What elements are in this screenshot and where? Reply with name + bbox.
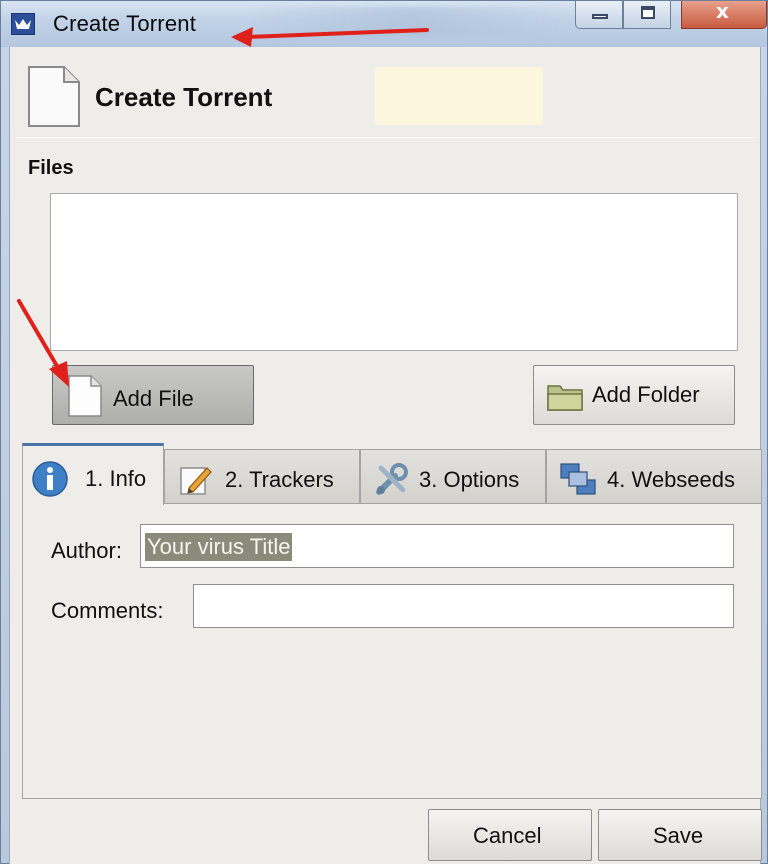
cancel-button[interactable]: Cancel [428,809,592,861]
maximize-button[interactable] [623,1,671,29]
tab-info-label: 1. Info [85,466,147,491]
add-file-button[interactable]: Add File [52,365,254,425]
dialog-body: Create Torrent Files Add File Add Folder [9,47,762,864]
comments-input[interactable] [193,584,734,628]
create-torrent-window: Create Torrent x Create Torrent Files Ad… [0,0,768,864]
save-button[interactable]: Save [598,809,762,861]
tab-options-label: 3. Options [419,467,520,492]
author-label: Author: [51,538,122,563]
minimize-icon [592,14,608,19]
pencil-icon [180,467,212,495]
files-label: Files [28,157,74,179]
save-label: Save [653,823,704,848]
tab-trackers-label: 2. Trackers [225,467,334,492]
info-tab-panel: Author: Your virus Title Comments: [22,503,762,799]
close-icon: x [716,0,729,23]
file-icon [68,375,102,417]
tab-webseeds[interactable]: 4. Webseeds [546,449,762,505]
tab-info[interactable]: 1. Info [22,443,164,505]
tab-webseeds-label: 4. Webseeds [607,467,736,492]
cancel-label: Cancel [473,823,542,848]
add-folder-button[interactable]: Add Folder [533,365,735,425]
header-highlight [375,67,543,125]
info-icon [32,461,68,497]
tab-strip: 1. Info 2. Trackers 3. Options 4. Websee… [22,443,762,505]
add-folder-label: Add Folder [592,382,700,407]
app-crown-icon[interactable] [11,13,35,35]
tab-options[interactable]: 3. Options [360,449,546,505]
add-file-label: Add File [113,386,194,411]
header-divider [16,137,756,138]
network-icon [560,463,596,495]
minimize-button[interactable] [575,1,623,29]
title-bar-background [251,7,571,37]
close-button[interactable]: x [681,1,767,29]
folder-icon [547,385,583,411]
files-list[interactable] [50,193,738,351]
tools-icon [376,463,408,495]
window-title: Create Torrent [53,11,197,36]
tab-trackers[interactable]: 2. Trackers [164,449,360,505]
author-value: Your virus Title [145,533,293,561]
title-bar[interactable]: Create Torrent x [1,1,767,47]
comments-label: Comments: [51,598,164,623]
maximize-icon [641,6,655,19]
author-input[interactable]: Your virus Title [140,524,734,568]
document-icon [28,66,80,127]
dialog-heading: Create Torrent [95,82,273,112]
